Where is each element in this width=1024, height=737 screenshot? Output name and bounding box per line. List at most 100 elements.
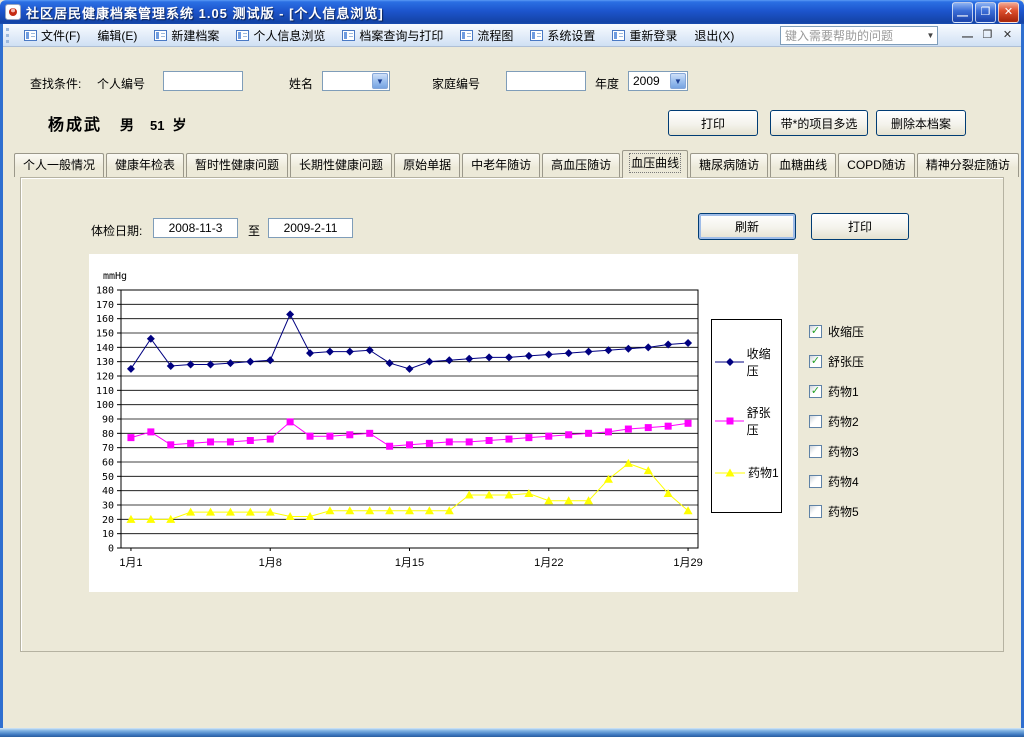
help-search-input[interactable]: 键入需要帮助的问题 ▼ [780, 26, 938, 45]
checkbox[interactable]: ✓ [809, 385, 822, 398]
menu-system-settings[interactable]: 系统设置 [528, 26, 597, 45]
taskbar-strip[interactable] [0, 728, 1024, 737]
tab-elderly-followup[interactable]: 中老年随访 [462, 153, 540, 177]
tab-schizophrenia-followup[interactable]: 精神分裂症随访 [917, 153, 1019, 177]
patient-age: 51 [150, 118, 164, 133]
patient-sex: 男 [120, 115, 134, 135]
svg-text:50: 50 [102, 472, 114, 483]
tab-copd-followup[interactable]: COPD随访 [838, 153, 915, 177]
checkbox-row-diastolic[interactable]: ✓ 舒张压 [809, 353, 864, 370]
help-placeholder: 键入需要帮助的问题 [785, 27, 924, 44]
tab-original-documents[interactable]: 原始单据 [394, 153, 460, 177]
restore-icon[interactable]: ❐ [975, 2, 996, 23]
app-icon [5, 4, 21, 20]
series-checkbox-list: ✓ 收缩压 ✓ 舒张压 ✓ 药物1 药物2 药物3 药物4 [809, 323, 864, 520]
svg-text:70: 70 [102, 443, 114, 454]
tab-longterm-issues[interactable]: 长期性健康问题 [290, 153, 392, 177]
menu-exit[interactable]: 退出(X) [692, 26, 736, 45]
checkbox-row-drug2[interactable]: 药物2 [809, 413, 864, 430]
legend-entry-drug1: 药物1 [712, 464, 781, 481]
svg-text:0: 0 [108, 544, 114, 555]
mdi-close-icon[interactable]: ✕ [999, 27, 1016, 44]
drug1-marker-icon [715, 468, 745, 478]
checkbox-row-systolic[interactable]: ✓ 收缩压 [809, 323, 864, 340]
exam-date-label: 体检日期: [91, 222, 142, 239]
svg-text:30: 30 [102, 501, 114, 512]
menu-new-record[interactable]: 新建档案 [152, 26, 221, 45]
svg-text:10: 10 [102, 529, 114, 540]
chart-print-button[interactable]: 打印 [811, 213, 909, 240]
date-from-input[interactable] [153, 218, 238, 238]
menu-file[interactable]: 文件(F) [22, 26, 82, 45]
diastolic-marker-icon [715, 416, 744, 426]
app-window: 社区居民健康档案管理系统 1.05 测试版 - [个人信息浏览] — ❐ ✕ 文… [0, 0, 1024, 737]
tab-hypertension-followup[interactable]: 高血压随访 [542, 153, 620, 177]
tab-personal-general[interactable]: 个人一般情况 [14, 153, 104, 177]
svg-text:100: 100 [96, 400, 114, 411]
svg-text:80: 80 [102, 429, 114, 440]
menu-flowchart[interactable]: 流程图 [458, 26, 515, 45]
patient-age-unit: 岁 [172, 115, 186, 135]
refresh-button[interactable]: 刷新 [698, 213, 796, 240]
patient-name: 杨成武 [48, 111, 102, 135]
legend-entry-systolic: 收缩压 [712, 345, 781, 379]
tab-glucose-curve[interactable]: 血糖曲线 [770, 153, 836, 177]
name-combobox[interactable]: ▼ [322, 71, 390, 91]
tab-diabetes-followup[interactable]: 糖尿病随访 [690, 153, 768, 177]
svg-text:1月29: 1月29 [673, 557, 702, 569]
tab-temporary-issues[interactable]: 暂时性健康问题 [186, 153, 288, 177]
svg-text:mmHg: mmHg [103, 271, 127, 282]
menu-bar: 文件(F) 编辑(E) 新建档案 个人信息浏览 档案查询与打印 流程图 系统设置… [0, 24, 1024, 47]
checkbox[interactable] [809, 415, 822, 428]
svg-text:170: 170 [96, 300, 114, 311]
checkbox[interactable]: ✓ [809, 355, 822, 368]
toolbar-grip-icon[interactable] [6, 28, 9, 43]
window-title: 社区居民健康档案管理系统 1.05 测试版 - [个人信息浏览] [26, 3, 384, 22]
chevron-down-icon[interactable]: ▼ [372, 73, 388, 89]
svg-text:1月15: 1月15 [395, 557, 424, 569]
svg-text:20: 20 [102, 515, 114, 526]
form-icon [24, 30, 37, 41]
svg-text:130: 130 [96, 357, 114, 368]
checkbox[interactable] [809, 445, 822, 458]
minimize-icon[interactable]: — [952, 2, 973, 23]
tab-strip: 个人一般情况 健康年检表 暂时性健康问题 长期性健康问题 原始单据 中老年随访 … [14, 149, 1006, 177]
menu-personal-info[interactable]: 个人信息浏览 [234, 26, 327, 45]
patient-info: 杨成武 男 51 岁 [48, 111, 186, 135]
tab-annual-checkup[interactable]: 健康年检表 [106, 153, 184, 177]
checkbox-row-drug3[interactable]: 药物3 [809, 443, 864, 460]
bp-chart: 0102030405060708090100110120130140150160… [89, 254, 798, 592]
checkbox-row-drug1[interactable]: ✓ 药物1 [809, 383, 864, 400]
svg-text:110: 110 [96, 386, 114, 397]
tab-bp-curve[interactable]: 血压曲线 [622, 150, 688, 178]
svg-text:1月1: 1月1 [119, 557, 142, 569]
form-icon [342, 30, 355, 41]
chevron-down-icon[interactable]: ▼ [924, 31, 937, 40]
family-id-input[interactable] [506, 71, 586, 91]
date-to-input[interactable] [268, 218, 353, 238]
personal-id-label: 个人编号 [97, 75, 145, 92]
checkbox[interactable]: ✓ [809, 325, 822, 338]
personal-id-input[interactable] [163, 71, 243, 91]
checkbox[interactable] [809, 475, 822, 488]
print-button[interactable]: 打印 [668, 110, 758, 136]
svg-text:40: 40 [102, 486, 114, 497]
mdi-restore-icon[interactable]: ❐ [979, 27, 996, 44]
checkbox-row-drug5[interactable]: 药物5 [809, 503, 864, 520]
multi-select-button[interactable]: 带*的项目多选 [770, 110, 868, 136]
svg-text:60: 60 [102, 458, 114, 469]
menu-relogin[interactable]: 重新登录 [610, 26, 679, 45]
mdi-minimize-icon[interactable]: — [959, 27, 976, 44]
chevron-down-icon[interactable]: ▼ [670, 73, 686, 89]
delete-record-button[interactable]: 删除本档案 [876, 110, 966, 136]
search-prefix-label: 查找条件: [30, 75, 81, 92]
chart-legend: 收缩压 舒张压 药物1 [711, 319, 782, 513]
svg-text:160: 160 [96, 314, 114, 325]
close-icon[interactable]: ✕ [998, 2, 1019, 23]
checkbox-row-drug4[interactable]: 药物4 [809, 473, 864, 490]
checkbox[interactable] [809, 505, 822, 518]
family-id-label: 家庭编号 [432, 75, 480, 92]
menu-edit[interactable]: 编辑(E) [95, 26, 139, 45]
year-combobox[interactable]: 2009 ▼ [628, 71, 688, 91]
menu-query-print[interactable]: 档案查询与打印 [340, 26, 445, 45]
